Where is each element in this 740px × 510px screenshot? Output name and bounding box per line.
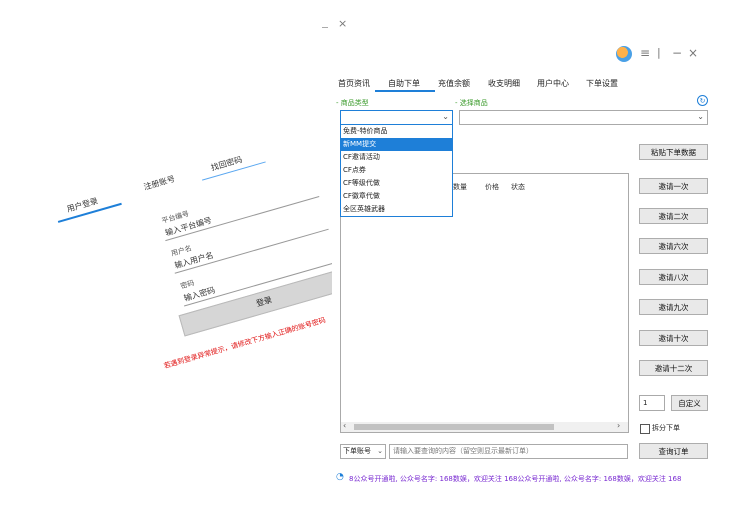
minimize-icon[interactable]: − xyxy=(672,46,682,60)
dropdown-option[interactable]: CF点券 xyxy=(341,164,452,177)
split-order-label: 拆分下单 xyxy=(652,424,680,432)
invite-ten-button[interactable]: 邀请十次 xyxy=(639,330,708,346)
chevron-down-icon: ⌄ xyxy=(697,112,704,121)
announcement-ticker: 8公众号开通啦, 公众号名字: 168数娱，欢迎关注 168公众号开通啦, 公众… xyxy=(349,475,682,483)
product-type-label: - 商品类型 xyxy=(336,99,369,107)
stray-close-icon[interactable]: × xyxy=(338,17,347,30)
split-order-checkbox[interactable] xyxy=(640,424,650,434)
horizontal-scrollbar[interactable]: ‹ › xyxy=(341,421,628,432)
invite-twice-button[interactable]: 邀请二次 xyxy=(639,208,708,224)
username-underline xyxy=(174,228,329,274)
column-header-status[interactable]: 状态 xyxy=(511,182,525,192)
order-account-select[interactable]: 下单账号 ⌄ xyxy=(340,444,386,459)
dropdown-option[interactable]: CF等级代做 xyxy=(341,177,452,190)
announcement-icon: ◔ xyxy=(336,472,344,482)
dropdown-option[interactable]: CF徽章代做 xyxy=(341,190,452,203)
query-order-button[interactable]: 查询订单 xyxy=(639,443,708,459)
tab-register[interactable]: 注册账号 xyxy=(142,173,176,192)
chevron-down-icon: ⌄ xyxy=(377,447,383,455)
scroll-left-icon[interactable]: ‹ xyxy=(343,421,346,430)
paste-order-data-button[interactable]: 粘贴下单数据 xyxy=(639,144,708,160)
order-account-value: 下单账号 xyxy=(343,447,371,455)
invite-twelve-button[interactable]: 邀请十二次 xyxy=(639,360,708,376)
login-button[interactable]: 登录 xyxy=(178,267,350,337)
product-select[interactable]: ⌄ xyxy=(459,110,708,125)
title-separator: | xyxy=(657,46,661,59)
tab-order-settings[interactable]: 下单设置 xyxy=(586,78,618,89)
column-header-price[interactable]: 价格 xyxy=(485,182,499,192)
main-window: ≡ | − × 首页资讯 自助下单 充值余额 收支明细 用户中心 下单设置 - … xyxy=(332,38,730,510)
invite-six-button[interactable]: 邀请六次 xyxy=(639,238,708,254)
scrollbar-thumb[interactable] xyxy=(354,424,554,430)
tab-forgot-password[interactable]: 找回密码 xyxy=(210,154,244,173)
product-type-dropdown: 免费-特价商品 新MM提交 CF邀请活动 CF点券 CF等级代做 CF徽章代做 … xyxy=(340,124,453,217)
avatar-icon[interactable] xyxy=(616,46,632,62)
stray-dash xyxy=(322,27,328,28)
quantity-input[interactable]: 1 xyxy=(639,395,665,411)
dropdown-option[interactable]: CF邀请活动 xyxy=(341,151,452,164)
product-label: - 选择商品 xyxy=(455,99,488,107)
product-type-select[interactable]: ⌄ xyxy=(340,110,453,125)
query-input[interactable]: 请输入要查询的内容（留空则显示最新订单） xyxy=(389,444,628,459)
refresh-icon[interactable]: ↻ xyxy=(697,95,708,106)
tab-user-center[interactable]: 用户中心 xyxy=(537,78,569,89)
chevron-down-icon: ⌄ xyxy=(442,112,449,121)
invite-nine-button[interactable]: 邀请九次 xyxy=(639,299,708,315)
close-icon[interactable]: × xyxy=(688,46,698,60)
scroll-right-icon[interactable]: › xyxy=(617,421,620,430)
tab-active-indicator xyxy=(375,90,435,92)
dropdown-option[interactable]: 免费-特价商品 xyxy=(341,125,452,138)
dropdown-option-selected[interactable]: 新MM提交 xyxy=(341,138,452,151)
tab-self-order[interactable]: 自助下单 xyxy=(388,78,420,89)
tab-recharge[interactable]: 充值余额 xyxy=(438,78,470,89)
tab-home-news[interactable]: 首页资讯 xyxy=(338,78,370,89)
column-header-quantity[interactable]: 数量 xyxy=(453,182,467,192)
invite-once-button[interactable]: 邀请一次 xyxy=(639,178,708,194)
custom-button[interactable]: 自定义 xyxy=(671,395,708,411)
dropdown-option[interactable]: 全区英雄武器 xyxy=(341,203,452,216)
invite-eight-button[interactable]: 邀请八次 xyxy=(639,269,708,285)
menu-icon[interactable]: ≡ xyxy=(640,46,650,60)
tab-transactions[interactable]: 收支明细 xyxy=(488,78,520,89)
